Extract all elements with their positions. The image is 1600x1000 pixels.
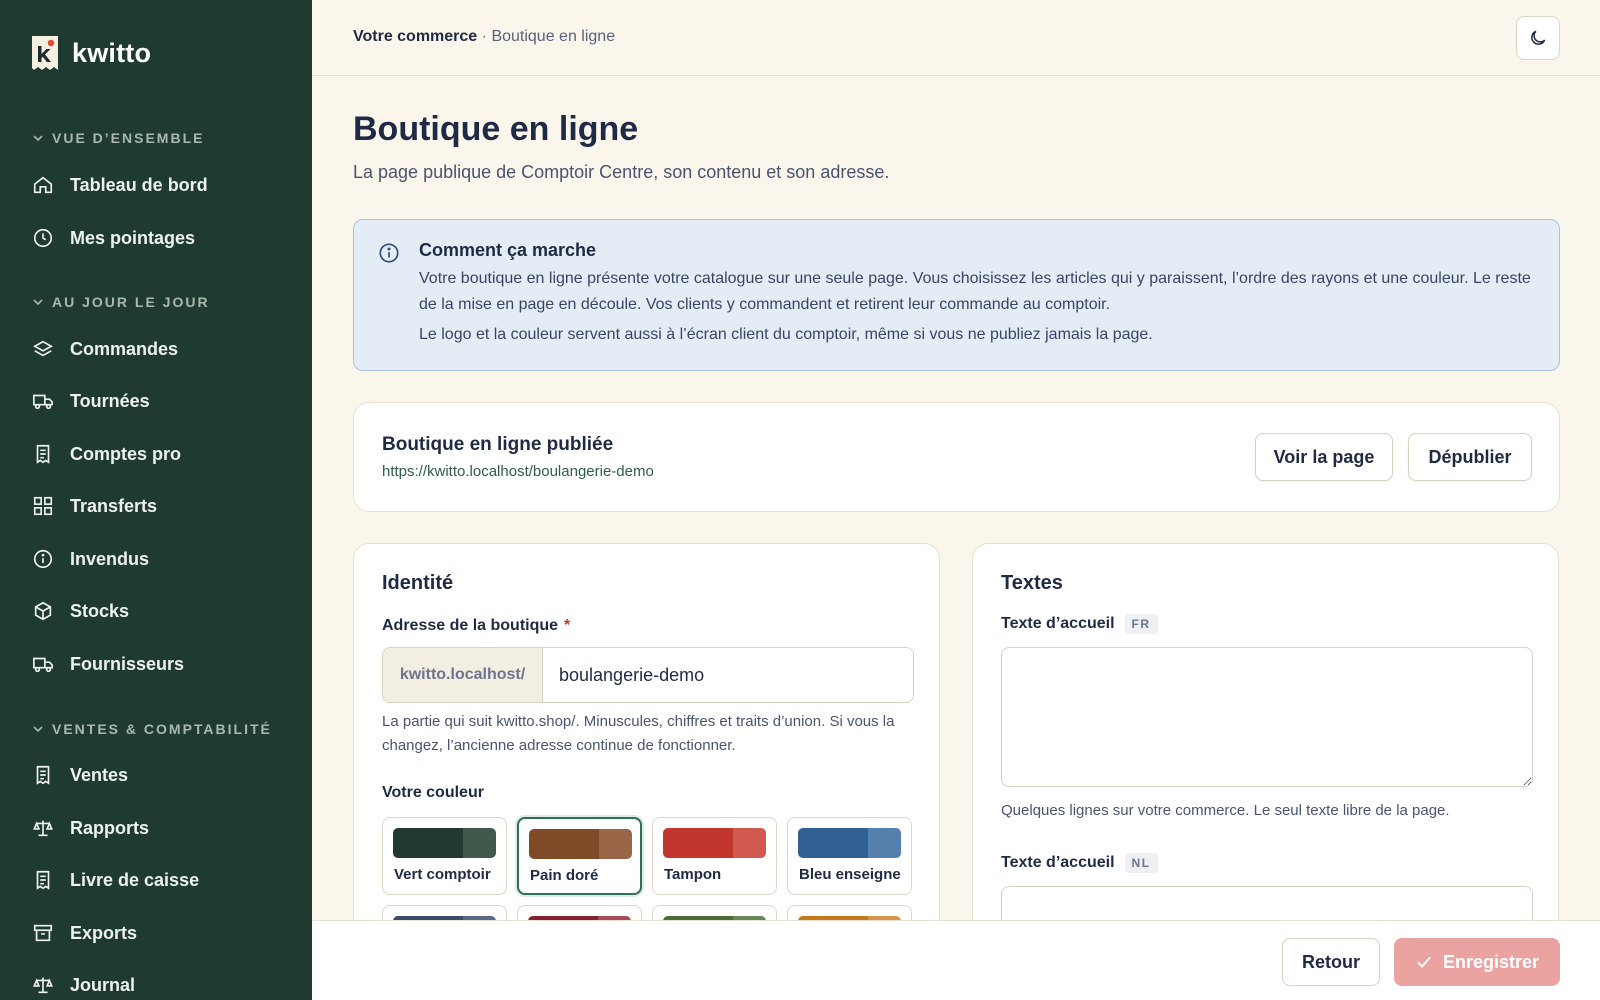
- language-badge-nl: NL: [1124, 853, 1158, 873]
- sidebar-item-reports[interactable]: Rapports: [32, 813, 149, 843]
- nav-section-overview[interactable]: VUE D’ENSEMBLE: [32, 130, 204, 146]
- info-icon: [379, 243, 399, 263]
- texts-card: Textes Texte d’accueil FR Quelques ligne…: [972, 543, 1559, 963]
- sidebar-item-pro-accounts[interactable]: Comptes pro: [32, 439, 181, 469]
- address-prefix: kwitto.localhost/: [383, 648, 543, 702]
- info-paragraph: Votre boutique en ligne présente votre c…: [419, 270, 1531, 313]
- top-bar: Votre commerce · Boutique en ligne: [312, 0, 1600, 76]
- shop-url-link[interactable]: https://kwitto.localhost/boulangerie-dem…: [382, 463, 654, 480]
- view-page-button[interactable]: Voir la page: [1255, 433, 1393, 481]
- swatch-color-preview: [663, 828, 766, 858]
- info-title: Comment ça marche: [419, 240, 597, 260]
- nav-section-sales[interactable]: VENTES & COMPTABILITÉ: [32, 721, 272, 737]
- breadcrumb-parent[interactable]: Votre commerce: [353, 28, 477, 45]
- page-title: Boutique en ligne: [353, 110, 639, 148]
- sidebar-item-dashboard[interactable]: Tableau de bord: [32, 170, 208, 200]
- save-button-label: Enregistrer: [1442, 951, 1540, 972]
- welcome-text-fr-input[interactable]: [1001, 647, 1533, 787]
- color-swatch[interactable]: Bleu enseigne: [787, 817, 912, 895]
- publish-status-card: Boutique en ligne publiée https://kwitto…: [353, 402, 1560, 512]
- info-callout: Comment ça marche Votre boutique en lign…: [353, 219, 1560, 371]
- layers-icon: [33, 340, 53, 357]
- language-badge-fr: FR: [1124, 614, 1158, 634]
- texts-title: Textes: [1001, 572, 1063, 594]
- check-icon: [1417, 956, 1431, 968]
- sidebar-item-journal[interactable]: Journal: [32, 970, 135, 1000]
- welcome-text-nl-label: Texte d’accueil NL: [1001, 853, 1158, 873]
- sidebar-item-sales[interactable]: Ventes: [32, 760, 128, 790]
- publish-status-title: Boutique en ligne publiée: [382, 434, 614, 455]
- receipt-icon: [36, 765, 50, 785]
- unpublish-button[interactable]: Dépublier: [1408, 433, 1532, 481]
- receipt-icon: [36, 870, 50, 890]
- moon-icon: [1531, 30, 1546, 45]
- page-subtitle: La page publique de Comptoir Centre, son…: [353, 162, 890, 182]
- kwitto-logo-icon: [32, 36, 58, 70]
- scale-icon: [33, 820, 53, 837]
- chevron-down-icon: [33, 135, 43, 142]
- scale-icon: [33, 977, 53, 994]
- welcome-text-fr-label: Texte d’accueil FR: [1001, 614, 1158, 634]
- info-icon: [33, 549, 53, 569]
- color-swatch[interactable]: Pain doré: [517, 817, 642, 895]
- swatch-label: Vert comptoir: [394, 866, 491, 883]
- address-label: Adresse de la boutique *: [382, 617, 571, 634]
- truck-icon: [33, 394, 53, 410]
- shop-address-field: kwitto.localhost/: [382, 647, 914, 703]
- sidebar-item-cash-book[interactable]: Livre de caisse: [32, 865, 199, 895]
- welcome-text-help: Quelques lignes sur votre commerce. Le s…: [1001, 802, 1450, 819]
- swatch-color-preview: [529, 829, 632, 859]
- swatch-color-preview: [798, 828, 901, 858]
- identity-title: Identité: [382, 572, 454, 594]
- breadcrumb-separator: ·: [481, 28, 487, 45]
- shop-slug-input[interactable]: [543, 648, 913, 702]
- color-swatch[interactable]: Vert comptoir: [382, 817, 507, 895]
- breadcrumb: Votre commerce · Boutique en ligne: [353, 28, 615, 46]
- color-label: Votre couleur: [382, 784, 484, 801]
- sidebar-item-exports[interactable]: Exports: [32, 918, 137, 948]
- nav-section-daily[interactable]: AU JOUR LE JOUR: [32, 294, 210, 310]
- swatch-color-preview: [393, 828, 496, 858]
- save-button[interactable]: Enregistrer: [1394, 938, 1560, 986]
- truck-icon: [33, 657, 53, 673]
- chevron-down-icon: [33, 299, 43, 306]
- sidebar-item-orders[interactable]: Commandes: [32, 334, 178, 364]
- grid-icon: [33, 496, 53, 516]
- swatch-label: Tampon: [664, 866, 722, 883]
- sidebar-item-rounds[interactable]: Tournées: [32, 386, 150, 416]
- identity-card: Identité Adresse de la boutique * kwitto…: [353, 543, 940, 963]
- home-icon: [33, 176, 53, 194]
- sidebar-item-stocks[interactable]: Stocks: [32, 596, 129, 626]
- swatch-label: Pain doré: [530, 867, 599, 884]
- archive-icon: [33, 924, 53, 942]
- sidebar-item-unsold[interactable]: Invendus: [32, 544, 149, 574]
- info-paragraph: Le logo et la couleur servent aussi à l’…: [419, 326, 1153, 343]
- sidebar-item-suppliers[interactable]: Fournisseurs: [32, 649, 184, 679]
- clock-icon: [33, 228, 53, 248]
- chevron-down-icon: [33, 726, 43, 733]
- receipt-icon: [36, 444, 50, 464]
- color-swatch[interactable]: Tampon: [652, 817, 777, 895]
- sidebar-item-timesheets[interactable]: Mes pointages: [32, 223, 195, 253]
- box-icon: [34, 601, 52, 621]
- app-name: kwitto: [72, 37, 152, 68]
- breadcrumb-current: Boutique en ligne: [491, 28, 616, 45]
- sidebar: kwitto VUE D’ENSEMBLE Tableau de bord Me…: [0, 0, 312, 1000]
- theme-toggle-button[interactable]: [1516, 16, 1560, 60]
- back-button[interactable]: Retour: [1282, 938, 1380, 986]
- form-action-bar: Retour Enregistrer: [312, 920, 1600, 1000]
- sidebar-item-transfers[interactable]: Transferts: [32, 491, 157, 521]
- app-logo[interactable]: kwitto: [30, 34, 151, 72]
- address-help: La partie qui suit kwitto.shop/. Minuscu…: [382, 713, 895, 754]
- swatch-label: Bleu enseigne: [799, 866, 901, 883]
- required-mark: *: [564, 617, 571, 634]
